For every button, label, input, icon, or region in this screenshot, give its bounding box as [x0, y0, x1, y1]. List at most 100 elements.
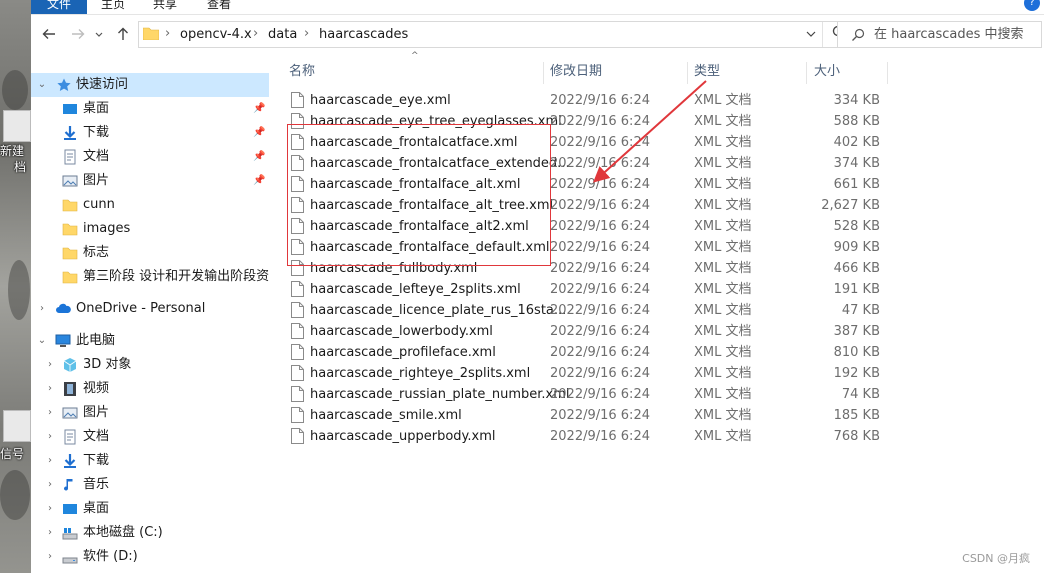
- tab-share[interactable]: 共享: [149, 0, 181, 14]
- desktop-label-doc[interactable]: 档: [14, 158, 26, 175]
- chevron-right-icon[interactable]: ›: [44, 521, 56, 545]
- breadcrumb-haarcascades[interactable]: haarcascades: [319, 27, 408, 42]
- breadcrumb-separator[interactable]: ›: [253, 26, 258, 41]
- file-row[interactable]: haarcascade_lowerbody.xml 2022/9/16 6:24 X…: [270, 321, 1044, 342]
- chevron-right-icon[interactable]: ›: [36, 297, 48, 321]
- nav-this-pc[interactable]: ⌄ 此电脑: [31, 329, 269, 353]
- desktop-file-icon[interactable]: [3, 110, 31, 142]
- nav-downloads-pinned[interactable]: 下载 📌: [31, 121, 269, 145]
- file-name[interactable]: haarcascade_righteye_2splits.xml: [310, 363, 530, 384]
- chevron-down-icon[interactable]: ⌄: [36, 329, 48, 353]
- file-row[interactable]: haarcascade_profileface.xml 2022/9/16 6:2…: [270, 342, 1044, 363]
- nav-drive-d[interactable]: › 软件 (D:): [31, 545, 269, 569]
- back-button[interactable]: [39, 26, 59, 46]
- file-name[interactable]: haarcascade_frontalface_alt2.xml: [310, 216, 529, 237]
- nav-videos[interactable]: › 视频: [31, 377, 269, 401]
- file-name[interactable]: haarcascade_russian_plate_number.xml: [310, 384, 570, 405]
- nav-pictures[interactable]: › 图片: [31, 401, 269, 425]
- nav-3d-objects[interactable]: › 3D 对象: [31, 353, 269, 377]
- column-divider[interactable]: [687, 62, 688, 84]
- nav-folder-logos[interactable]: 标志: [31, 241, 269, 265]
- tab-view[interactable]: 查看: [203, 0, 235, 14]
- file-row[interactable]: haarcascade_frontalcatface_extended... 20…: [270, 153, 1044, 174]
- breadcrumb-separator[interactable]: ›: [165, 26, 170, 41]
- nav-desktop[interactable]: › 桌面: [31, 497, 269, 521]
- file-row[interactable]: haarcascade_upperbody.xml 2022/9/16 6:24 X…: [270, 426, 1044, 447]
- up-button[interactable]: [113, 26, 133, 46]
- chevron-down-icon[interactable]: ⌄: [36, 73, 48, 97]
- file-row[interactable]: haarcascade_eye_tree_eyeglasses.xml 2022/…: [270, 111, 1044, 132]
- column-header-date[interactable]: 修改日期: [550, 60, 602, 84]
- file-size: 387 KB: [833, 324, 880, 339]
- file-name[interactable]: haarcascade_smile.xml: [310, 405, 462, 426]
- chevron-right-icon[interactable]: ›: [44, 545, 56, 569]
- file-name[interactable]: haarcascade_eye_tree_eyeglasses.xml: [310, 111, 562, 132]
- breadcrumb-opencv[interactable]: opencv-4.x: [180, 27, 252, 42]
- breadcrumb-separator[interactable]: ›: [304, 26, 309, 41]
- file-row[interactable]: haarcascade_righteye_2splits.xml 2022/9/1…: [270, 363, 1044, 384]
- chevron-right-icon[interactable]: ›: [44, 401, 56, 425]
- file-name[interactable]: haarcascade_eye.xml: [310, 90, 451, 111]
- chevron-right-icon[interactable]: ›: [44, 425, 56, 449]
- file-name[interactable]: haarcascade_lowerbody.xml: [310, 321, 493, 342]
- file-row[interactable]: haarcascade_frontalface_default.xml 2022/…: [270, 237, 1044, 258]
- column-divider[interactable]: [806, 62, 807, 84]
- file-row[interactable]: haarcascade_smile.xml 2022/9/16 6:24 XML 文…: [270, 405, 1044, 426]
- column-header-name[interactable]: 名称: [289, 60, 315, 84]
- help-icon[interactable]: ?: [1024, 0, 1040, 11]
- nav-desktop-pinned[interactable]: 桌面 📌: [31, 97, 269, 121]
- desktop-file-icon[interactable]: [3, 410, 31, 442]
- address-history-dropdown[interactable]: [805, 25, 817, 46]
- file-row[interactable]: haarcascade_fullbody.xml 2022/9/16 6:24 XM…: [270, 258, 1044, 279]
- file-row[interactable]: haarcascade_frontalface_alt2.xml 2022/9/1…: [270, 216, 1044, 237]
- recent-locations-button[interactable]: [93, 26, 105, 46]
- search-box[interactable]: [837, 21, 1042, 48]
- file-name[interactable]: haarcascade_frontalface_default.xml: [310, 237, 550, 258]
- file-row[interactable]: haarcascade_frontalface_alt_tree.xml 2022…: [270, 195, 1044, 216]
- nav-documents-pinned[interactable]: 文档 📌: [31, 145, 269, 169]
- file-name[interactable]: haarcascade_fullbody.xml: [310, 258, 477, 279]
- chevron-right-icon[interactable]: ›: [44, 449, 56, 473]
- chevron-right-icon[interactable]: ›: [44, 353, 56, 377]
- nav-drive-c[interactable]: › 本地磁盘 (C:): [31, 521, 269, 545]
- nav-folder-cunn[interactable]: cunn: [31, 193, 269, 217]
- file-name[interactable]: haarcascade_frontalcatface_extended...: [310, 153, 570, 174]
- file-name[interactable]: haarcascade_profileface.xml: [310, 342, 496, 363]
- nav-pictures-pinned[interactable]: 图片 📌: [31, 169, 269, 193]
- desktop-label-signal[interactable]: 信号: [0, 445, 24, 462]
- chevron-right-icon[interactable]: ›: [44, 473, 56, 497]
- file-row[interactable]: haarcascade_frontalface_alt.xml 2022/9/16…: [270, 174, 1044, 195]
- file-name[interactable]: haarcascade_frontalface_alt_tree.xml: [310, 195, 553, 216]
- file-row[interactable]: haarcascade_frontalcatface.xml 2022/9/16 …: [270, 132, 1044, 153]
- nav-documents[interactable]: › 文档: [31, 425, 269, 449]
- file-name[interactable]: haarcascade_lefteye_2splits.xml: [310, 279, 521, 300]
- file-name[interactable]: haarcascade_upperbody.xml: [310, 426, 495, 447]
- file-row[interactable]: haarcascade_eye.xml 2022/9/16 6:24 XML 文档 3…: [270, 90, 1044, 111]
- nav-music[interactable]: › 音乐: [31, 473, 269, 497]
- column-header-size[interactable]: 大小: [814, 60, 840, 84]
- nav-folder-phase3[interactable]: 第三阶段 设计和开发输出阶段资料: [31, 265, 269, 289]
- chevron-right-icon[interactable]: ›: [44, 497, 56, 521]
- chevron-right-icon[interactable]: ›: [44, 377, 56, 401]
- column-divider[interactable]: [543, 62, 544, 84]
- nav-downloads[interactable]: › 下载: [31, 449, 269, 473]
- column-header-type[interactable]: 类型: [694, 60, 720, 84]
- column-divider[interactable]: [887, 62, 888, 84]
- breadcrumb-data[interactable]: data: [268, 27, 297, 42]
- nav-folder-images[interactable]: images: [31, 217, 269, 241]
- file-name[interactable]: haarcascade_frontalcatface.xml: [310, 132, 518, 153]
- search-input[interactable]: [874, 25, 1034, 44]
- file-name[interactable]: haarcascade_licence_plate_rus_16sta...: [310, 300, 566, 321]
- tab-home[interactable]: 主页: [97, 0, 129, 14]
- nav-quick-access[interactable]: ⌄ 快速访问: [31, 73, 269, 97]
- file-row[interactable]: haarcascade_russian_plate_number.xml 2022…: [270, 384, 1044, 405]
- file-name[interactable]: haarcascade_frontalface_alt.xml: [310, 174, 520, 195]
- address-bar[interactable]: › opencv-4.x › data › haarcascades: [138, 21, 854, 48]
- file-row[interactable]: haarcascade_licence_plate_rus_16sta... 20…: [270, 300, 1044, 321]
- nav-onedrive[interactable]: › OneDrive - Personal: [31, 297, 269, 321]
- file-row[interactable]: haarcascade_lefteye_2splits.xml 2022/9/16…: [270, 279, 1044, 300]
- download-icon: [64, 126, 76, 140]
- desktop-label-new[interactable]: 新建: [0, 142, 24, 159]
- forward-button[interactable]: [68, 26, 88, 46]
- tab-file[interactable]: 文件: [31, 0, 87, 14]
